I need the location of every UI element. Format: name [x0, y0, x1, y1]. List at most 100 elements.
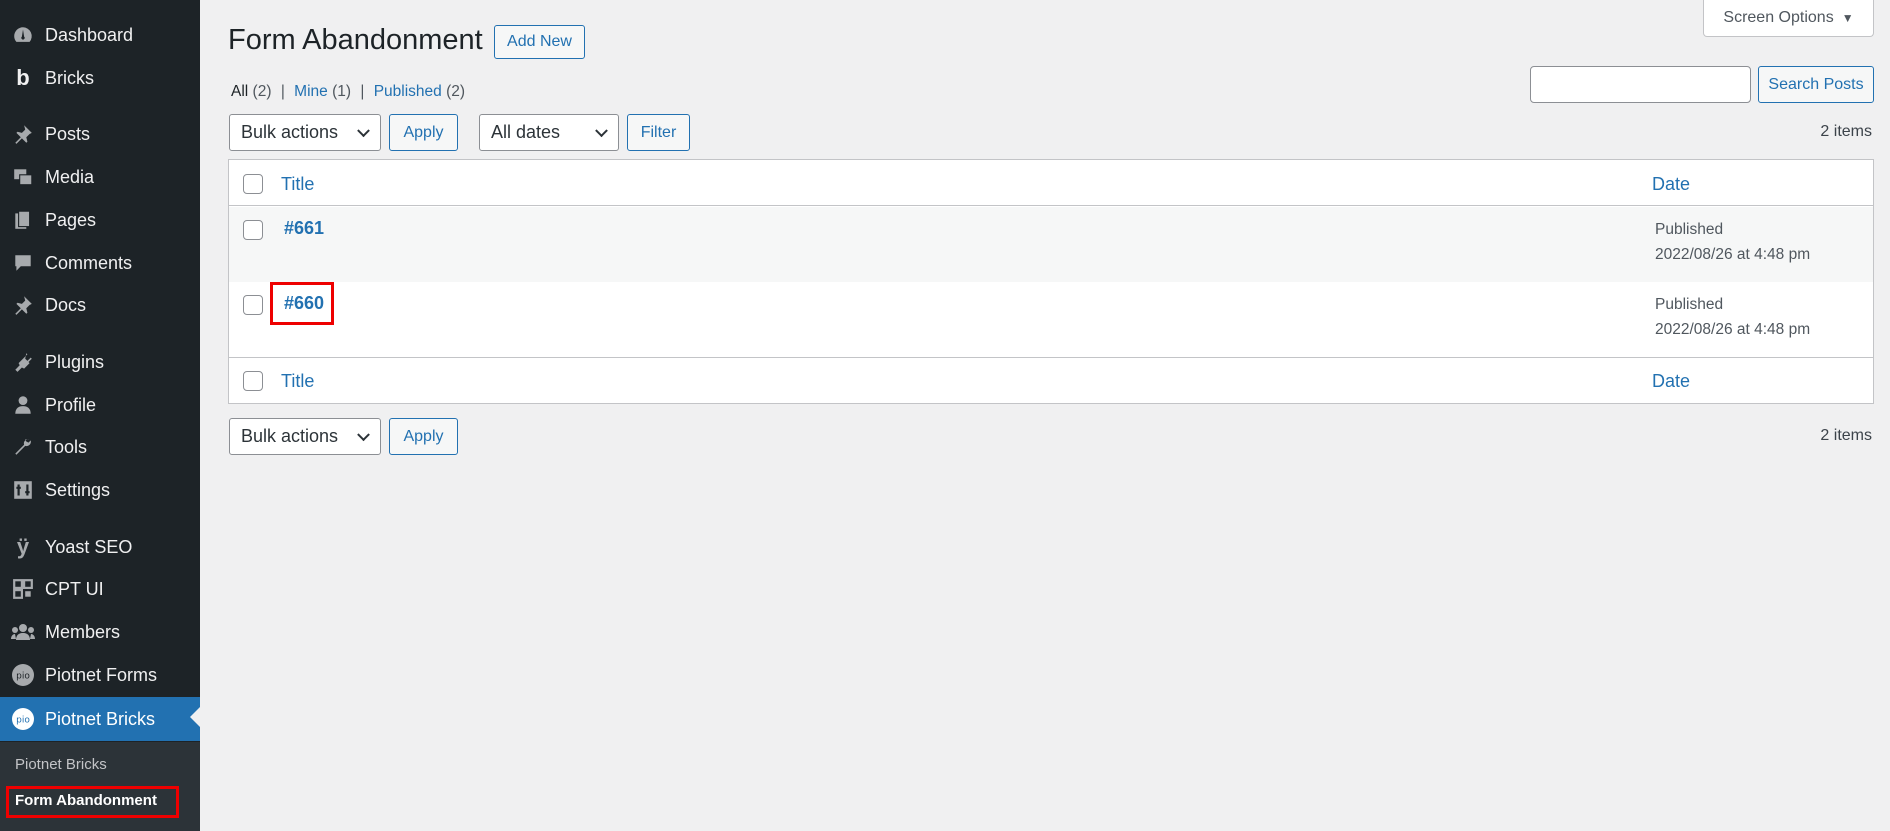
menu-docs[interactable]: Docs [0, 285, 200, 325]
menu-label: Tools [45, 436, 88, 457]
comment-icon [10, 250, 36, 276]
media-icon [10, 164, 36, 190]
view-published-count: (2) [446, 83, 466, 100]
search-input[interactable] [1530, 66, 1751, 103]
table-header: Title Date [229, 160, 1873, 206]
menu-posts[interactable]: Posts [0, 114, 200, 154]
bulk-actions-select-bottom[interactable]: Bulk actions [229, 418, 381, 455]
yoast-icon: ÿ [16, 534, 30, 559]
table-row: #661 Published 2022/08/26 at 4:48 pm [229, 207, 1873, 282]
svg-text:pio: pio [16, 716, 30, 726]
menu-label: Piotnet Bricks [45, 708, 156, 729]
apply-button[interactable]: Apply [389, 114, 458, 151]
menu-label: Media [45, 166, 95, 187]
submenu-piotnet-bricks[interactable]: Piotnet Bricks [15, 756, 107, 773]
pin-icon [10, 121, 36, 147]
filter-button[interactable]: Filter [627, 114, 690, 151]
page-title: Form Abandonment [228, 24, 483, 56]
menu-label: Plugins [45, 351, 105, 372]
admin-sidebar: Dashboard b Bricks Posts Media Pages Com… [0, 0, 200, 831]
bulk-actions-select[interactable]: Bulk actions [229, 114, 381, 151]
menu-piotnet-bricks[interactable]: pio Piotnet Bricks [0, 697, 200, 741]
post-date: 2022/08/26 at 4:48 pm [1655, 246, 1811, 263]
separator: | [360, 83, 365, 100]
menu-label: Members [45, 621, 121, 642]
menu-dashboard[interactable]: Dashboard [0, 15, 200, 55]
view-filters: All (2) | Mine (1) | Published (2) [231, 83, 465, 101]
select-all-checkbox[interactable] [243, 174, 263, 194]
view-all-link[interactable]: All [231, 83, 248, 100]
menu-pages[interactable]: Pages [0, 200, 200, 240]
search-posts-button[interactable]: Search Posts [1758, 66, 1874, 103]
menu-plugins[interactable]: Plugins [0, 342, 200, 382]
menu-label: Piotnet Forms [45, 664, 158, 685]
menu-label: Pages [45, 209, 97, 230]
post-status: Published [1655, 296, 1724, 313]
user-icon [10, 392, 36, 418]
menu-media[interactable]: Media [0, 157, 200, 197]
menu-settings[interactable]: Settings [0, 470, 200, 510]
piotnet-icon: pio [10, 706, 36, 732]
post-title-link[interactable]: #661 [284, 218, 324, 239]
menu-label: Settings [45, 479, 111, 500]
row-checkbox[interactable] [243, 295, 263, 315]
chevron-down-icon [357, 427, 370, 441]
bulk-actions-value: Bulk actions [241, 426, 339, 446]
cpt-icon [10, 576, 36, 602]
dashboard-icon [10, 22, 36, 48]
items-count: 2 items [1820, 123, 1872, 140]
chevron-down-icon [595, 123, 608, 137]
menu-label: Dashboard [45, 24, 134, 45]
bulk-actions-value: Bulk actions [241, 122, 339, 142]
menu-label: Profile [45, 394, 97, 415]
separator: | [280, 83, 285, 100]
menu-tools[interactable]: Tools [0, 427, 200, 467]
menu-piotnet-forms[interactable]: pio Piotnet Forms [0, 655, 200, 695]
menu-profile[interactable]: Profile [0, 385, 200, 425]
row-checkbox[interactable] [243, 220, 263, 240]
menu-comments[interactable]: Comments [0, 243, 200, 283]
menu-bricks[interactable]: b Bricks [0, 58, 200, 98]
select-all-checkbox[interactable] [243, 371, 263, 391]
menu-label: Yoast SEO [45, 536, 133, 557]
caret-down-icon: ▼ [1841, 11, 1854, 25]
menu-cpt-ui[interactable]: CPT UI [0, 569, 200, 609]
highlight-box [6, 786, 179, 818]
view-all-count: (2) [252, 83, 272, 100]
pages-icon [10, 207, 36, 233]
menu-members[interactable]: Members [0, 612, 200, 652]
apply-button-bottom[interactable]: Apply [389, 418, 458, 455]
table-footer: Title Date [229, 357, 1873, 403]
date-cell: Published 2022/08/26 at 4:48 pm [1655, 217, 1810, 267]
post-date: 2022/08/26 at 4:48 pm [1655, 321, 1811, 338]
wrench-icon [10, 434, 36, 460]
dates-select[interactable]: All dates [479, 114, 619, 151]
chevron-down-icon [357, 123, 370, 137]
screen-options-label: Screen Options [1723, 9, 1834, 26]
posts-table: Title Date #661 Published 2022/08/26 at … [228, 159, 1874, 404]
plugin-icon [10, 349, 36, 375]
screen-options-button[interactable]: Screen Options ▼ [1703, 0, 1874, 37]
menu-yoast-seo[interactable]: ÿ Yoast SEO [0, 527, 200, 567]
view-mine-count: (1) [332, 83, 352, 100]
members-icon [10, 619, 36, 645]
settings-icon [10, 477, 36, 503]
table-row: #660 Published 2022/08/26 at 4:48 pm [229, 282, 1873, 357]
menu-label: Bricks [45, 67, 94, 88]
dates-value: All dates [491, 122, 561, 142]
date-column-footer[interactable]: Date [1652, 371, 1690, 392]
menu-label: Posts [45, 123, 91, 144]
menu-label: CPT UI [45, 578, 104, 599]
date-cell: Published 2022/08/26 at 4:48 pm [1655, 292, 1810, 342]
add-new-button[interactable]: Add New [494, 25, 585, 59]
highlight-box [270, 282, 334, 325]
date-column-header[interactable]: Date [1652, 174, 1690, 195]
view-published-link[interactable]: Published [374, 83, 442, 100]
svg-text:pio: pio [16, 672, 30, 682]
title-column-header[interactable]: Title [281, 174, 314, 195]
pin-icon [10, 292, 36, 318]
items-count-bottom: 2 items [1820, 427, 1872, 444]
view-mine-link[interactable]: Mine [294, 83, 328, 100]
title-column-footer[interactable]: Title [281, 371, 314, 392]
menu-label: Docs [45, 294, 87, 315]
